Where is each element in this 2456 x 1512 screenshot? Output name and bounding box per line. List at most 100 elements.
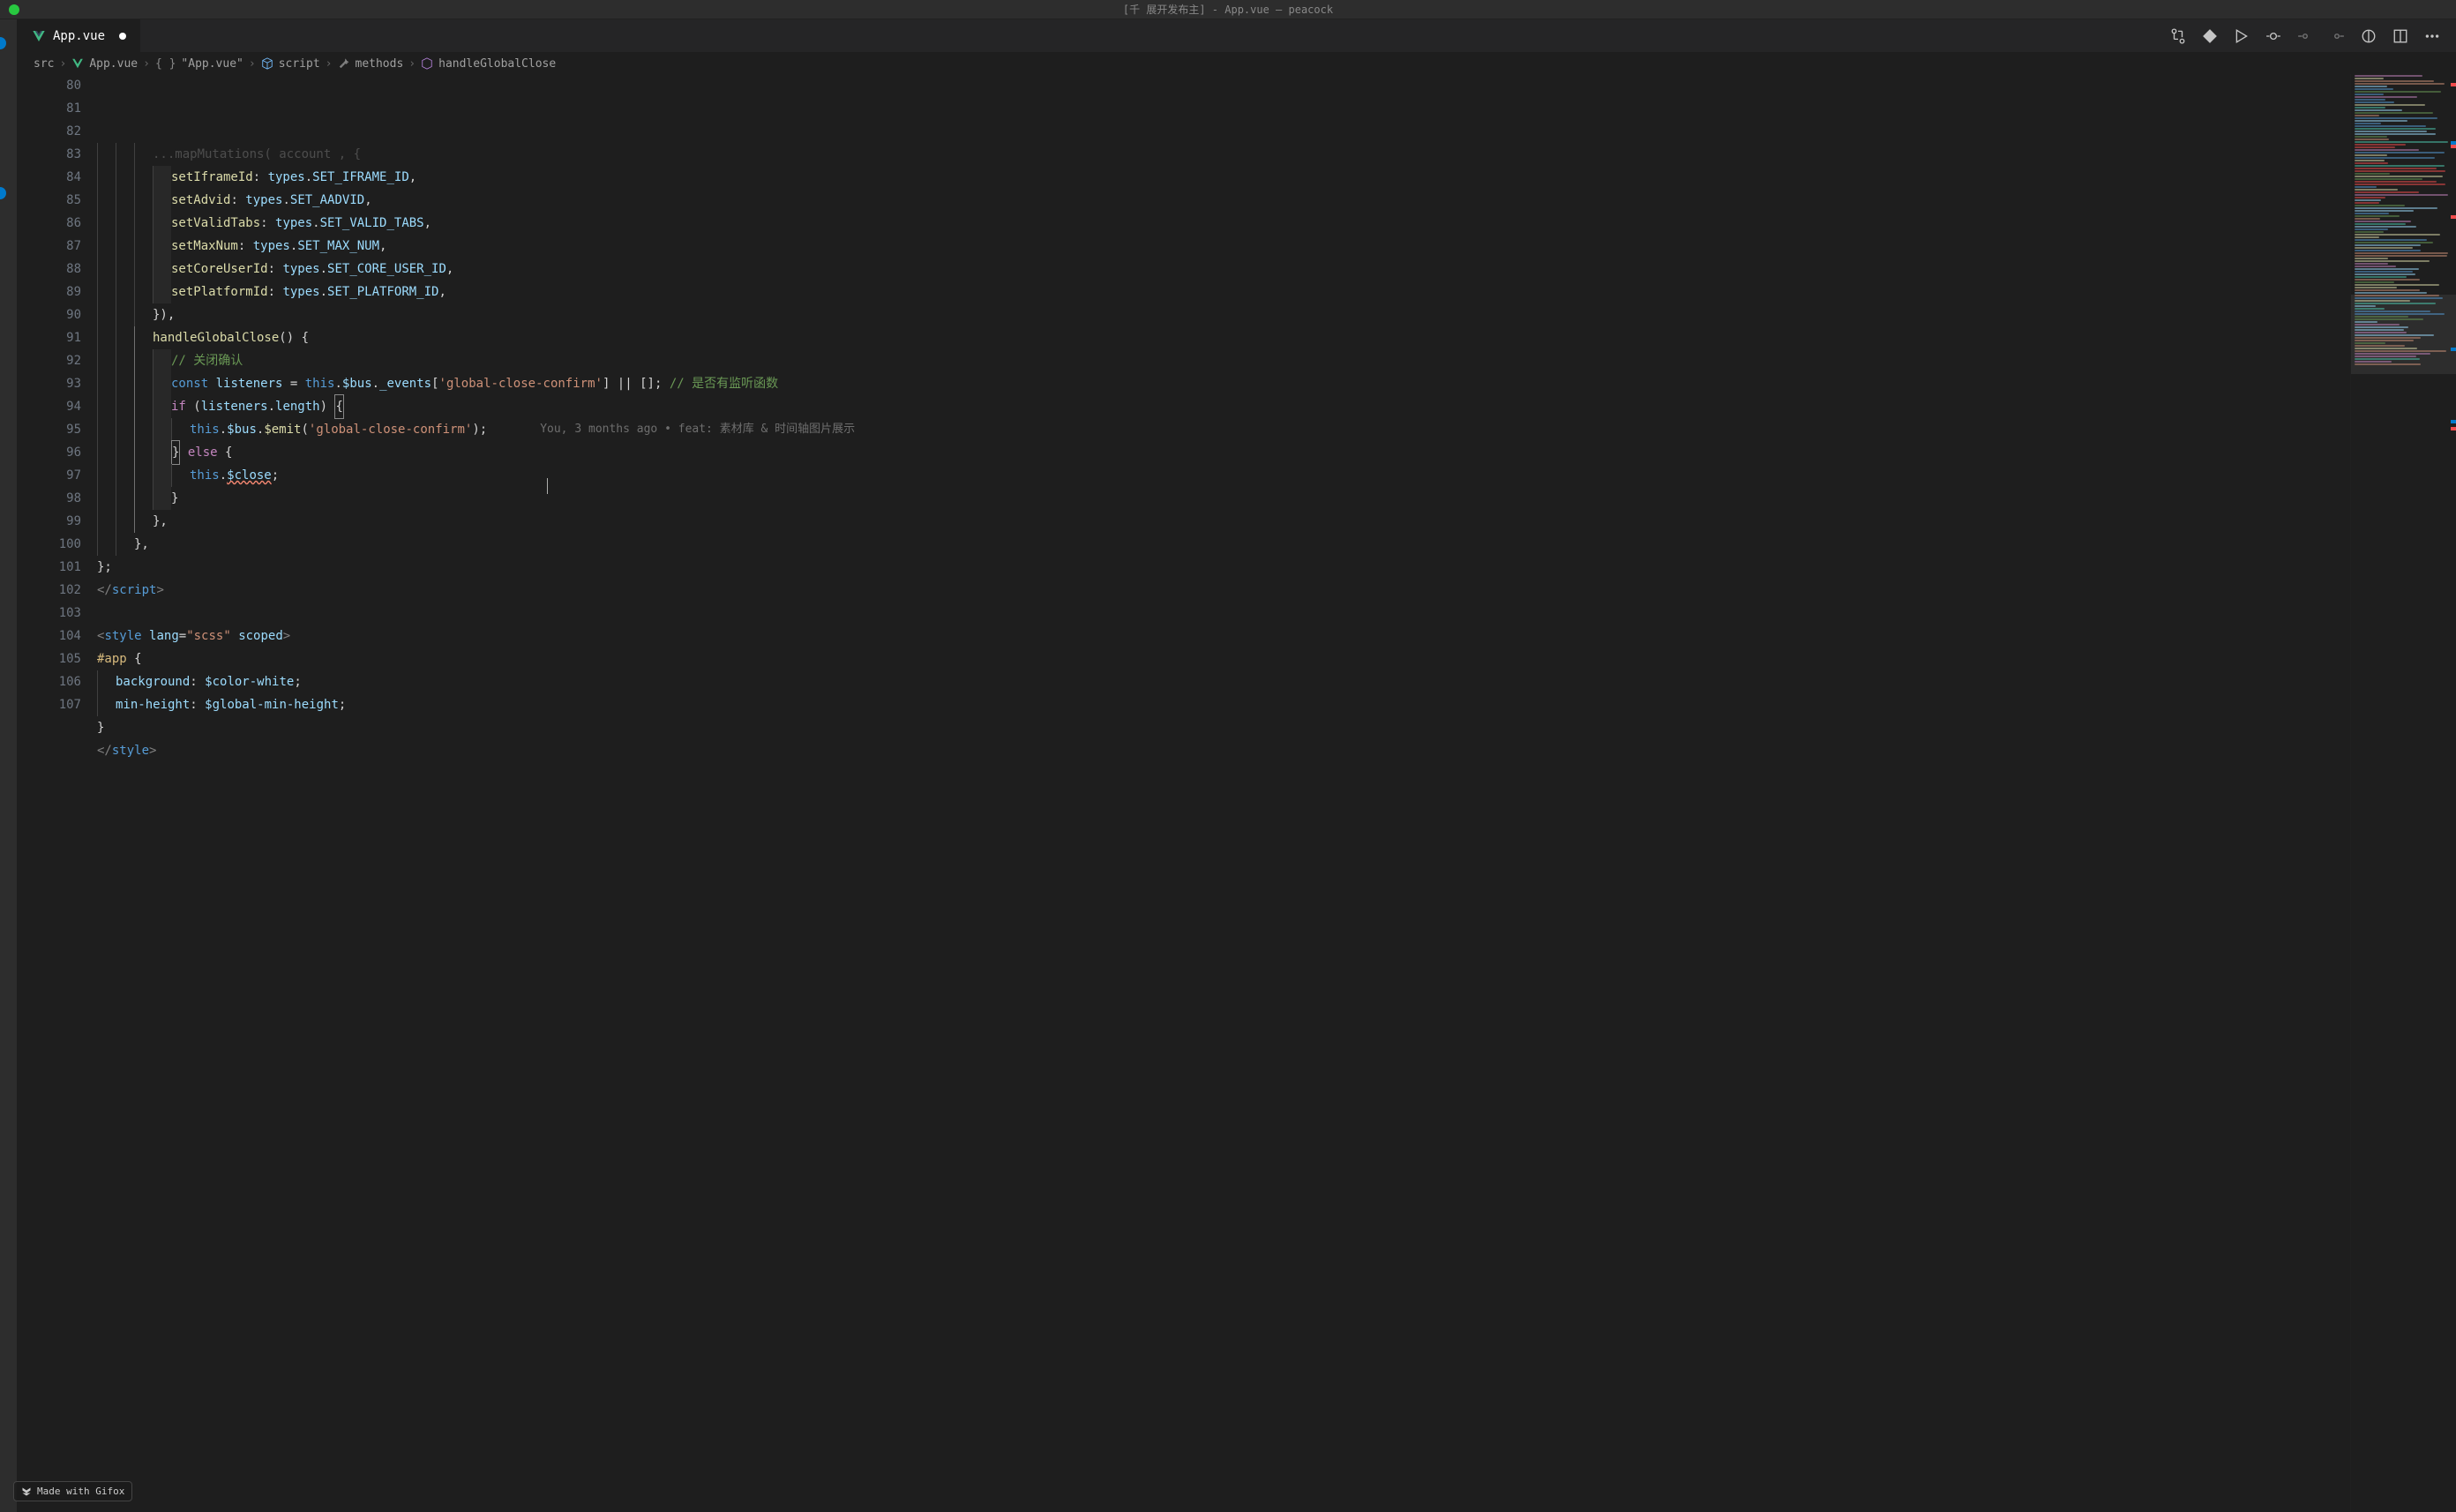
code-line[interactable]: }), [97, 303, 2350, 326]
code-line[interactable]: this.$close; [97, 464, 2350, 487]
split-horizontal-icon[interactable] [2265, 28, 2281, 44]
minimap-error-marker[interactable] [2451, 427, 2456, 430]
line-number[interactable]: 88 [18, 258, 81, 281]
minimap-error-marker[interactable] [2451, 215, 2456, 219]
breadcrumb[interactable]: src › App.vue › { } "App.vue" › script ›… [18, 53, 2456, 74]
line-number[interactable]: 94 [18, 395, 81, 418]
code-line[interactable]: setIframeId: types.SET_IFRAME_ID, [97, 166, 2350, 189]
line-number-gutter[interactable]: 8081828384858687888990919293949596979899… [18, 74, 97, 1512]
code-token: . [305, 166, 312, 189]
code-line[interactable]: handleGlobalClose() { [97, 326, 2350, 349]
minimap-info-marker[interactable] [2451, 141, 2456, 145]
line-number[interactable]: 96 [18, 441, 81, 464]
line-number[interactable]: 84 [18, 166, 81, 189]
module-icon [261, 57, 273, 70]
line-number[interactable]: 95 [18, 418, 81, 441]
minimap-line [2355, 273, 2415, 275]
line-number[interactable]: 105 [18, 647, 81, 670]
breadcrumb-methods[interactable]: methods [356, 57, 404, 71]
code-line[interactable]: }; [97, 556, 2350, 579]
code-line[interactable]: #app { [97, 647, 2350, 670]
line-number[interactable]: 101 [18, 556, 81, 579]
source-control-icon[interactable] [2202, 28, 2218, 44]
code-line[interactable]: setAdvid: types.SET_AADVID, [97, 189, 2350, 212]
code-token: style [112, 739, 149, 762]
code-line[interactable]: setPlatformId: types.SET_PLATFORM_ID, [97, 281, 2350, 303]
code-line[interactable]: const listeners = this.$bus._events['glo… [97, 372, 2350, 395]
breadcrumb-src[interactable]: src [34, 57, 54, 71]
editor[interactable]: 8081828384858687888990919293949596979899… [18, 74, 2456, 1512]
activity-indicator-1[interactable] [0, 37, 6, 49]
line-number[interactable]: 97 [18, 464, 81, 487]
code-token: lang [149, 625, 179, 647]
line-number[interactable]: 99 [18, 510, 81, 533]
code-line[interactable]: }, [97, 533, 2350, 556]
minimap-line [2355, 313, 2445, 315]
line-number[interactable]: 106 [18, 670, 81, 693]
minimap-line [2355, 345, 2405, 347]
code-line[interactable]: <style lang="scss" scoped> [97, 625, 2350, 647]
split-editor-icon[interactable] [2392, 28, 2408, 44]
line-number[interactable]: 98 [18, 487, 81, 510]
breadcrumb-function[interactable]: handleGlobalClose [438, 57, 556, 71]
activity-indicator-2[interactable] [0, 187, 6, 199]
line-number[interactable]: 80 [18, 74, 81, 97]
code-line[interactable]: </script> [97, 579, 2350, 602]
code-line[interactable] [97, 762, 2350, 785]
breadcrumb-file[interactable]: App.vue [89, 57, 138, 71]
code-line[interactable] [97, 602, 2350, 625]
nav-forward-icon[interactable] [2329, 28, 2345, 44]
code-token: types [245, 189, 282, 212]
minimap-info-marker[interactable] [2451, 420, 2456, 423]
minimap-line [2355, 247, 2413, 249]
code-line[interactable]: setMaxNum: types.SET_MAX_NUM, [97, 235, 2350, 258]
line-number[interactable]: 91 [18, 326, 81, 349]
minimap[interactable] [2350, 74, 2456, 1512]
code-line[interactable]: } [97, 716, 2350, 739]
line-number[interactable]: 93 [18, 372, 81, 395]
breadcrumb-script[interactable]: script [279, 57, 320, 71]
code-area[interactable]: ...mapMutations( account , {setIframeId:… [97, 74, 2350, 1512]
code-line[interactable]: background: $color-white; [97, 670, 2350, 693]
line-number[interactable]: 90 [18, 303, 81, 326]
code-line[interactable]: ...mapMutations( account , { [97, 143, 2350, 166]
line-number[interactable]: 102 [18, 579, 81, 602]
line-number[interactable]: 85 [18, 189, 81, 212]
line-number[interactable]: 107 [18, 693, 81, 716]
line-number[interactable]: 100 [18, 533, 81, 556]
compare-changes-icon[interactable] [2170, 28, 2186, 44]
run-icon[interactable] [2234, 28, 2250, 44]
code-line[interactable]: min-height: $global-min-height; [97, 693, 2350, 716]
line-number[interactable]: 104 [18, 625, 81, 647]
line-number[interactable]: 103 [18, 602, 81, 625]
nav-back-icon[interactable] [2297, 28, 2313, 44]
line-number[interactable]: 83 [18, 143, 81, 166]
code-line[interactable]: if (listeners.length) { [97, 395, 2350, 418]
code-line[interactable]: } [97, 487, 2350, 510]
code-line[interactable]: this.$bus.$emit('global-close-confirm');… [97, 418, 2350, 441]
toggle-icon[interactable] [2361, 28, 2377, 44]
tab-app-vue[interactable]: App.vue [18, 19, 140, 52]
code-line[interactable]: setValidTabs: types.SET_VALID_TABS, [97, 212, 2350, 235]
activity-bar[interactable] [0, 19, 18, 1512]
code-line[interactable]: setCoreUserId: types.SET_CORE_USER_ID, [97, 258, 2350, 281]
minimap-error-marker[interactable] [2451, 145, 2456, 148]
line-number[interactable]: 89 [18, 281, 81, 303]
code-line[interactable]: } else { [97, 441, 2350, 464]
line-number[interactable]: 92 [18, 349, 81, 372]
code-line[interactable]: }, [97, 510, 2350, 533]
maximize-dot[interactable] [9, 4, 19, 15]
line-number[interactable]: 87 [18, 235, 81, 258]
line-number[interactable]: 81 [18, 97, 81, 120]
breadcrumb-component[interactable]: "App.vue" [181, 57, 243, 71]
code-token: $bus [227, 418, 257, 441]
code-token: = [179, 625, 186, 647]
traffic-lights[interactable] [9, 4, 19, 15]
more-actions-icon[interactable] [2424, 28, 2440, 44]
line-number[interactable]: 82 [18, 120, 81, 143]
code-line[interactable]: </style> [97, 739, 2350, 762]
code-line[interactable]: // 关闭确认 [97, 349, 2350, 372]
minimap-info-marker[interactable] [2451, 348, 2456, 351]
line-number[interactable]: 86 [18, 212, 81, 235]
minimap-error-marker[interactable] [2451, 83, 2456, 86]
